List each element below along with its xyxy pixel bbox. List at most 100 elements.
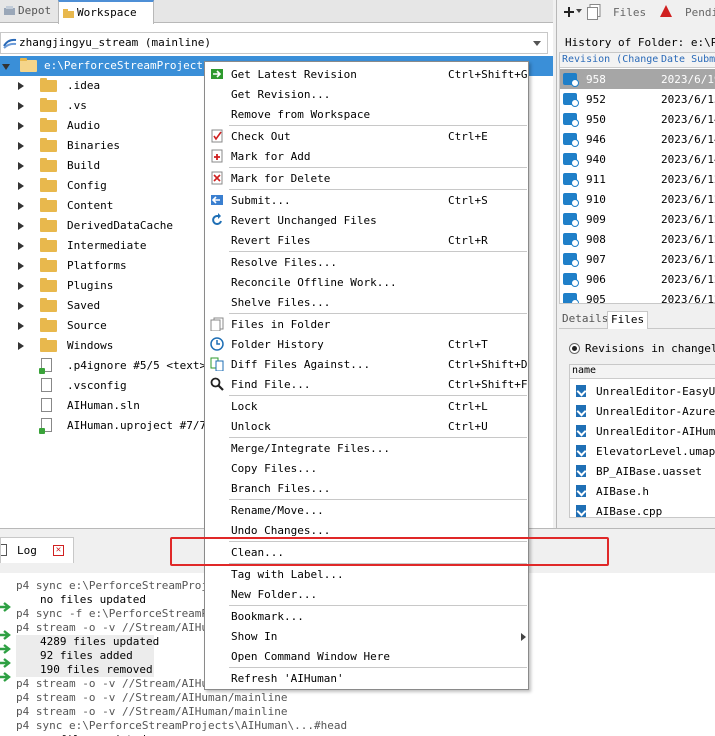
menu-item-copy-files[interactable]: Copy Files... (205, 458, 528, 478)
menu-item-unlock[interactable]: Unlock Ctrl+U (205, 416, 528, 436)
expand-right-icon[interactable] (18, 102, 24, 110)
menu-item-remove-from-workspace[interactable]: Remove from Workspace (205, 104, 528, 124)
menu-item-check-out[interactable]: Check Out Ctrl+E (205, 126, 528, 146)
history-row[interactable]: 911 2023/6/12 (560, 169, 715, 189)
history-row[interactable]: 909 2023/6/12 (560, 209, 715, 229)
menu-item-open-command-window-here[interactable]: Open Command Window Here (205, 646, 528, 666)
history-icon (210, 337, 224, 351)
tab-workspace[interactable]: Workspace (58, 0, 154, 24)
menu-item-diff-files-against[interactable]: Diff Files Against... Ctrl+Shift+D (205, 354, 528, 374)
expand-right-icon[interactable] (18, 242, 24, 250)
menu-item-tag-with-label[interactable]: Tag with Label... (205, 564, 528, 584)
tab-details[interactable]: Details (559, 311, 611, 329)
radio-button-icon[interactable] (569, 343, 580, 354)
tree-item-label: .idea (67, 79, 101, 92)
menu-item-label: Revert Unchanged Files (231, 214, 377, 227)
expand-right-icon[interactable] (18, 222, 24, 230)
files-tab-button[interactable]: Files (613, 4, 646, 24)
tab-files[interactable]: Files (607, 311, 649, 329)
history-row[interactable]: 940 2023/6/14 (560, 149, 715, 169)
detail-tabs: Details Files (559, 311, 715, 329)
menu-item-label: Find File... (231, 378, 311, 391)
history-row[interactable]: 946 2023/6/14 (560, 129, 715, 149)
file-row[interactable]: UnrealEditor-EasyUDP (570, 381, 715, 401)
history-row[interactable]: 950 2023/6/14 (560, 109, 715, 129)
history-row[interactable]: 952 2023/6/15 (560, 89, 715, 109)
expand-right-icon[interactable] (18, 342, 24, 350)
history-row[interactable]: 958 2023/6/19 (560, 69, 715, 89)
menu-item-revert-unchanged-files[interactable]: Revert Unchanged Files (205, 210, 528, 230)
menu-item-submit[interactable]: Submit... Ctrl+S (205, 190, 528, 210)
menu-item-new-folder[interactable]: New Folder... (205, 584, 528, 604)
chevron-down-icon[interactable] (576, 9, 582, 13)
menu-item-files-in-folder[interactable]: Files in Folder (205, 314, 528, 334)
column-header-name[interactable]: name (570, 365, 715, 379)
changelist-icon (563, 293, 579, 303)
menu-item-rename-move[interactable]: Rename/Move... (205, 500, 528, 520)
files-icon (587, 4, 601, 20)
tree-item-label: Build (67, 159, 101, 172)
file-icon (39, 358, 52, 374)
history-date: 2023/6/12 (661, 213, 715, 226)
file-row[interactable]: BP_AIBase.uasset (570, 461, 715, 481)
menu-item-folder-history[interactable]: Folder History Ctrl+T (205, 334, 528, 354)
menu-item-get-revision[interactable]: Get Revision... (205, 84, 528, 104)
expand-right-icon[interactable] (18, 82, 24, 90)
expand-right-icon[interactable] (18, 282, 24, 290)
expand-right-icon[interactable] (18, 142, 24, 150)
history-row[interactable]: 906 2023/6/12 (560, 269, 715, 289)
menu-item-revert-files[interactable]: Revert Files Ctrl+R (205, 230, 528, 250)
menu-item-merge-integrate-files[interactable]: Merge/Integrate Files... (205, 438, 528, 458)
file-row[interactable]: AIBase.cpp (570, 501, 715, 517)
tab-depot[interactable]: Depot (0, 0, 56, 23)
history-row[interactable]: 910 2023/6/12 (560, 189, 715, 209)
menu-item-get-latest-revision[interactable]: Get Latest Revision Ctrl+Shift+G (205, 64, 528, 84)
menu-item-resolve-files[interactable]: Resolve Files... (205, 252, 528, 272)
menu-item-shortcut: Ctrl+Shift+G (448, 68, 528, 81)
expand-right-icon[interactable] (18, 122, 24, 130)
history-row[interactable]: 908 2023/6/12 (560, 229, 715, 249)
expand-right-icon[interactable] (18, 202, 24, 210)
menu-item-branch-files[interactable]: Branch Files... (205, 478, 528, 498)
menu-item-shelve-files[interactable]: Shelve Files... (205, 292, 528, 312)
menu-item-mark-for-delete[interactable]: Mark for Delete (205, 168, 528, 188)
menu-item-label: Check Out (231, 130, 291, 143)
close-icon[interactable]: ✕ (53, 545, 64, 556)
history-row[interactable]: 905 2023/6/12 (560, 289, 715, 303)
expand-right-icon[interactable] (18, 162, 24, 170)
file-row[interactable]: UnrealEditor-AIHuman (570, 421, 715, 441)
file-row[interactable]: ElevatorLevel.umap (570, 441, 715, 461)
column-header-revision[interactable]: Revision (Change (562, 54, 658, 65)
menu-item-reconcile-offline-work[interactable]: Reconcile Offline Work... (205, 272, 528, 292)
menu-item-label: Remove from Workspace (231, 108, 371, 121)
tab-log[interactable]: Log ✕ (0, 537, 74, 563)
plus-icon[interactable] (563, 6, 575, 18)
expand-right-icon[interactable] (18, 262, 24, 270)
workspace-icon (63, 9, 74, 18)
column-header-date[interactable]: Date Submi (661, 54, 715, 65)
menu-item-find-file[interactable]: Find File... Ctrl+Shift+F (205, 374, 528, 394)
tree-item-label: .p4ignore #5/5 <text> (67, 359, 207, 372)
menu-item-label: Undo Changes... (231, 524, 331, 537)
menu-item-refresh-aihuman[interactable]: Refresh 'AIHuman' (205, 668, 528, 688)
menu-item-mark-for-add[interactable]: Mark for Add (205, 146, 528, 166)
stream-selector[interactable]: zhangjingyu_stream (mainline) (0, 32, 548, 54)
pending-tab-button[interactable]: Pendi (685, 4, 715, 24)
menu-item-label: Folder History (231, 338, 324, 351)
history-row[interactable]: 907 2023/6/12 (560, 249, 715, 269)
expand-right-icon[interactable] (18, 302, 24, 310)
expand-right-icon[interactable] (18, 182, 24, 190)
menu-item-bookmark[interactable]: Bookmark... (205, 606, 528, 626)
file-row[interactable]: AIBase.h (570, 481, 715, 501)
menu-item-show-in[interactable]: Show In (205, 626, 528, 646)
expand-right-icon[interactable] (18, 322, 24, 330)
submit-icon (211, 195, 223, 205)
menu-item-lock[interactable]: Lock Ctrl+L (205, 396, 528, 416)
menu-item-label: Branch Files... (231, 482, 331, 495)
diff-icon (210, 357, 224, 371)
file-row[interactable]: UnrealEditor-AzureKi (570, 401, 715, 421)
file-edit-icon (576, 505, 586, 517)
radio-label: Revisions in changeli (585, 342, 715, 355)
chevron-down-icon[interactable] (533, 41, 541, 46)
expand-down-icon[interactable] (2, 64, 10, 70)
